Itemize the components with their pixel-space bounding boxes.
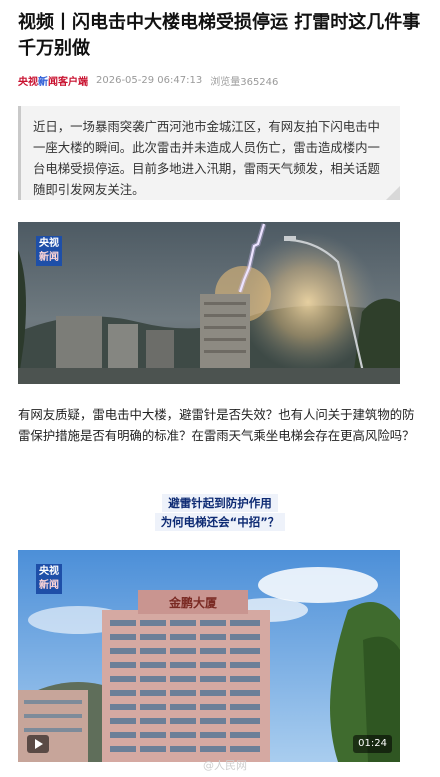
lightning-photo — [18, 222, 400, 384]
source-name[interactable]: 央视新闻客户端 — [18, 73, 88, 88]
article-body: 有网友质疑，雷电击中大楼，避雷针是否失效？也有人问关于建筑物的防雷保护措施是否有… — [18, 407, 415, 443]
caption-line-1: 避雷针起到防护作用 — [162, 494, 278, 512]
article-summary: 近日，一场暴雨突袭广西河池市金城江区，有网友拍下闪电击中一座大楼的瞬间。此次雷击… — [18, 106, 400, 200]
watermark: @人民网 — [203, 759, 247, 772]
video-duration: 01:24 — [353, 735, 392, 753]
lightning-image[interactable]: 央视 新闻 — [18, 222, 400, 384]
caption-line-2: 为何电梯还会“中招”？ — [154, 513, 286, 531]
view-count: 浏览量365246 — [210, 76, 279, 88]
building-sign: 金鹏大厦 — [168, 595, 218, 610]
cctv-news-logo-video: 央视 新闻 — [36, 564, 62, 594]
publish-timestamp: 2026-05-29 06:47:13 — [96, 74, 203, 86]
video-thumbnail: 金鹏大厦 — [18, 550, 400, 762]
video-caption: 避雷针起到防护作用 为何电梯还会“中招”？ — [0, 492, 440, 531]
play-icon[interactable] — [27, 735, 49, 753]
video-player[interactable]: 金鹏大厦 央视 新闻 01:24 — [18, 550, 400, 762]
cctv-news-logo: 央视 新闻 — [36, 236, 62, 266]
article-title: 视频丨闪电击中大楼电梯受损停运 打雷时这几件事千万别做 — [18, 12, 421, 59]
article-meta: 央视新闻客户端 2026-05-29 06:47:13 浏览量365246 — [18, 72, 278, 88]
